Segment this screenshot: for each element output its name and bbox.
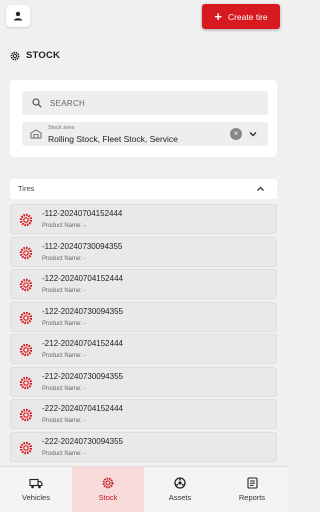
tire-icon — [19, 213, 33, 232]
tire-list-item[interactable]: -112-20240730094355 Product Name: - — [10, 236, 277, 267]
tires-section-title: Tires — [18, 184, 35, 193]
plus-icon: + — [214, 9, 222, 24]
stock-area-value: Rolling Stock, Fleet Stock, Service — [48, 134, 178, 144]
nav-assets[interactable]: Assets — [144, 467, 216, 512]
search-input[interactable] — [50, 98, 250, 108]
tire-icon — [19, 376, 33, 395]
tire-code: -212-20240730094355 — [42, 371, 123, 381]
tire-icon — [19, 311, 33, 330]
user-profile-button[interactable] — [6, 5, 30, 27]
assets-icon — [174, 477, 186, 489]
create-tire-label: Create tire — [227, 11, 268, 22]
tires-section-header[interactable]: Tires — [10, 179, 277, 199]
tire-list: -112-20240704152444 Product Name: - -112-2… — [10, 204, 277, 466]
truck-icon — [29, 478, 43, 488]
page-title-text: STOCK — [26, 50, 61, 61]
nav-stock-label: Stock — [98, 493, 118, 502]
nav-stock[interactable]: Stock — [72, 467, 144, 512]
create-tire-button[interactable]: + Create tire — [202, 4, 280, 29]
tire-list-item[interactable]: -222-20240704152444 Product Name: - — [10, 399, 277, 429]
tire-code: -222-20240704152444 — [42, 404, 123, 413]
tire-icon — [19, 278, 33, 297]
tire-code: -222-20240730094355 — [42, 436, 123, 446]
tire-product-name: Product Name: - — [42, 223, 86, 229]
tire-icon — [10, 51, 20, 60]
page-title: STOCK — [10, 50, 60, 61]
tire-list-item[interactable]: -212-20240730094355 Product Name: - — [10, 366, 277, 397]
tire-list-item[interactable]: -212-20240704152444 Product Name: - — [10, 334, 277, 364]
tire-list-item[interactable]: -122-20240704152444 Product Name: - — [10, 269, 277, 299]
chevron-up-icon[interactable] — [256, 185, 265, 193]
tire-product-name: Product Name: - — [42, 450, 86, 457]
clear-selection-icon[interactable]: × — [230, 128, 242, 140]
tire-code: -112-20240730094355 — [42, 241, 123, 251]
tire-icon — [19, 246, 33, 265]
search-box[interactable] — [22, 91, 268, 115]
nav-reports-label: Reports — [238, 493, 266, 502]
tire-code: -212-20240704152444 — [42, 339, 123, 348]
stock-area-select[interactable]: Stock area Rolling Stock, Fleet Stock, S… — [22, 122, 268, 146]
tire-product-name: Product Name: - — [42, 385, 86, 392]
search-icon — [32, 98, 42, 108]
reports-icon — [246, 477, 258, 489]
stock-area-label: Stock area — [48, 125, 75, 131]
filter-card: Stock area Rolling Stock, Fleet Stock, S… — [10, 80, 277, 157]
tire-code: -112-20240704152444 — [42, 209, 123, 218]
tire-icon — [19, 343, 33, 362]
nav-assets-label: Assets — [168, 493, 192, 502]
tire-product-name: Product Name: - — [42, 418, 86, 424]
warehouse-icon — [30, 129, 42, 139]
chevron-down-icon[interactable] — [248, 129, 258, 139]
top-bar: + Create tire — [0, 0, 288, 32]
tire-product-name: Product Name: - — [42, 353, 86, 359]
nav-vehicles[interactable]: Vehicles — [0, 467, 72, 512]
tire-product-name: Product Name: - — [42, 255, 86, 262]
tire-list-item[interactable]: -112-20240704152444 Product Name: - — [10, 204, 277, 234]
tire-code: -122-20240704152444 — [42, 274, 123, 283]
nav-reports[interactable]: Reports — [216, 467, 288, 512]
nav-vehicles-label: Vehicles — [22, 492, 50, 502]
tire-product-name: Product Name: - — [42, 288, 86, 294]
tire-list-item[interactable]: -222-20240730094355 Product Name: - — [10, 431, 277, 462]
tire-list-item[interactable]: -122-20240730094355 Product Name: - — [10, 301, 277, 332]
bottom-nav: Vehicles Stock Assets Reports — [0, 466, 288, 512]
tire-code: -122-20240730094355 — [42, 306, 123, 316]
tire-icon — [19, 441, 33, 460]
user-icon — [14, 11, 22, 21]
tire-icon — [102, 477, 114, 489]
tire-icon — [19, 408, 33, 427]
tire-product-name: Product Name: - — [42, 320, 86, 327]
